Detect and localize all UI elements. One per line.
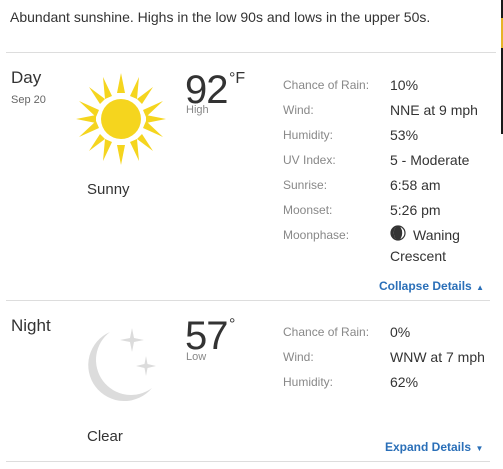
night-temp: 57	[185, 314, 228, 358]
day-temp-unit: °F	[229, 70, 246, 87]
detail-value: WNW at 7 mph	[390, 349, 485, 365]
detail-value: 53%	[390, 127, 419, 143]
triangle-down-icon: ▼	[475, 444, 484, 453]
day-condition: Sunny	[87, 181, 130, 198]
divider	[6, 300, 490, 301]
detail-label: Moonset:	[283, 203, 333, 217]
detail-value: 62%	[390, 374, 419, 390]
day-temp-label: High	[186, 104, 209, 116]
detail-value: 10%	[390, 77, 419, 93]
detail-label: Humidity:	[283, 128, 334, 142]
detail-label: Sunrise:	[283, 178, 328, 192]
detail-value: Waning	[413, 227, 460, 243]
forecast-summary: Abundant sunshine. Highs in the low 90s …	[10, 9, 431, 25]
night-temp-label: Low	[186, 351, 207, 363]
day-date: Sep 20	[11, 94, 46, 106]
night-condition: Clear	[87, 428, 123, 445]
expand-details-label: Expand Details	[385, 440, 472, 454]
detail-value: 6:58 am	[390, 177, 441, 193]
detail-label: Moonphase:	[283, 228, 350, 242]
night-label: Night	[11, 316, 51, 335]
detail-label: Wind:	[283, 103, 314, 117]
waning-crescent-moon-icon	[390, 225, 406, 241]
detail-value: NNE at 9 mph	[390, 102, 478, 118]
day-label: Day	[11, 68, 42, 87]
detail-label: UV Index:	[283, 153, 336, 167]
detail-value: 0%	[390, 324, 411, 340]
detail-value: Crescent	[390, 248, 447, 264]
detail-label: Wind:	[283, 350, 314, 364]
detail-label: Chance of Rain:	[283, 78, 370, 92]
night-temp-unit: °	[229, 316, 236, 333]
detail-label: Humidity:	[283, 375, 334, 389]
sun-icon	[76, 73, 166, 165]
detail-label: Chance of Rain:	[283, 325, 370, 339]
triangle-up-icon: ▲	[476, 283, 485, 292]
collapse-details-label: Collapse Details	[379, 279, 472, 293]
moon-stars-icon	[80, 326, 160, 406]
divider	[6, 52, 496, 53]
divider	[6, 461, 490, 462]
expand-details-button[interactable]: Expand Details ▼	[385, 438, 483, 456]
detail-value: 5:26 pm	[390, 202, 441, 218]
detail-value: 5 - Moderate	[390, 152, 470, 168]
collapse-details-button[interactable]: Collapse Details ▲	[379, 277, 484, 295]
